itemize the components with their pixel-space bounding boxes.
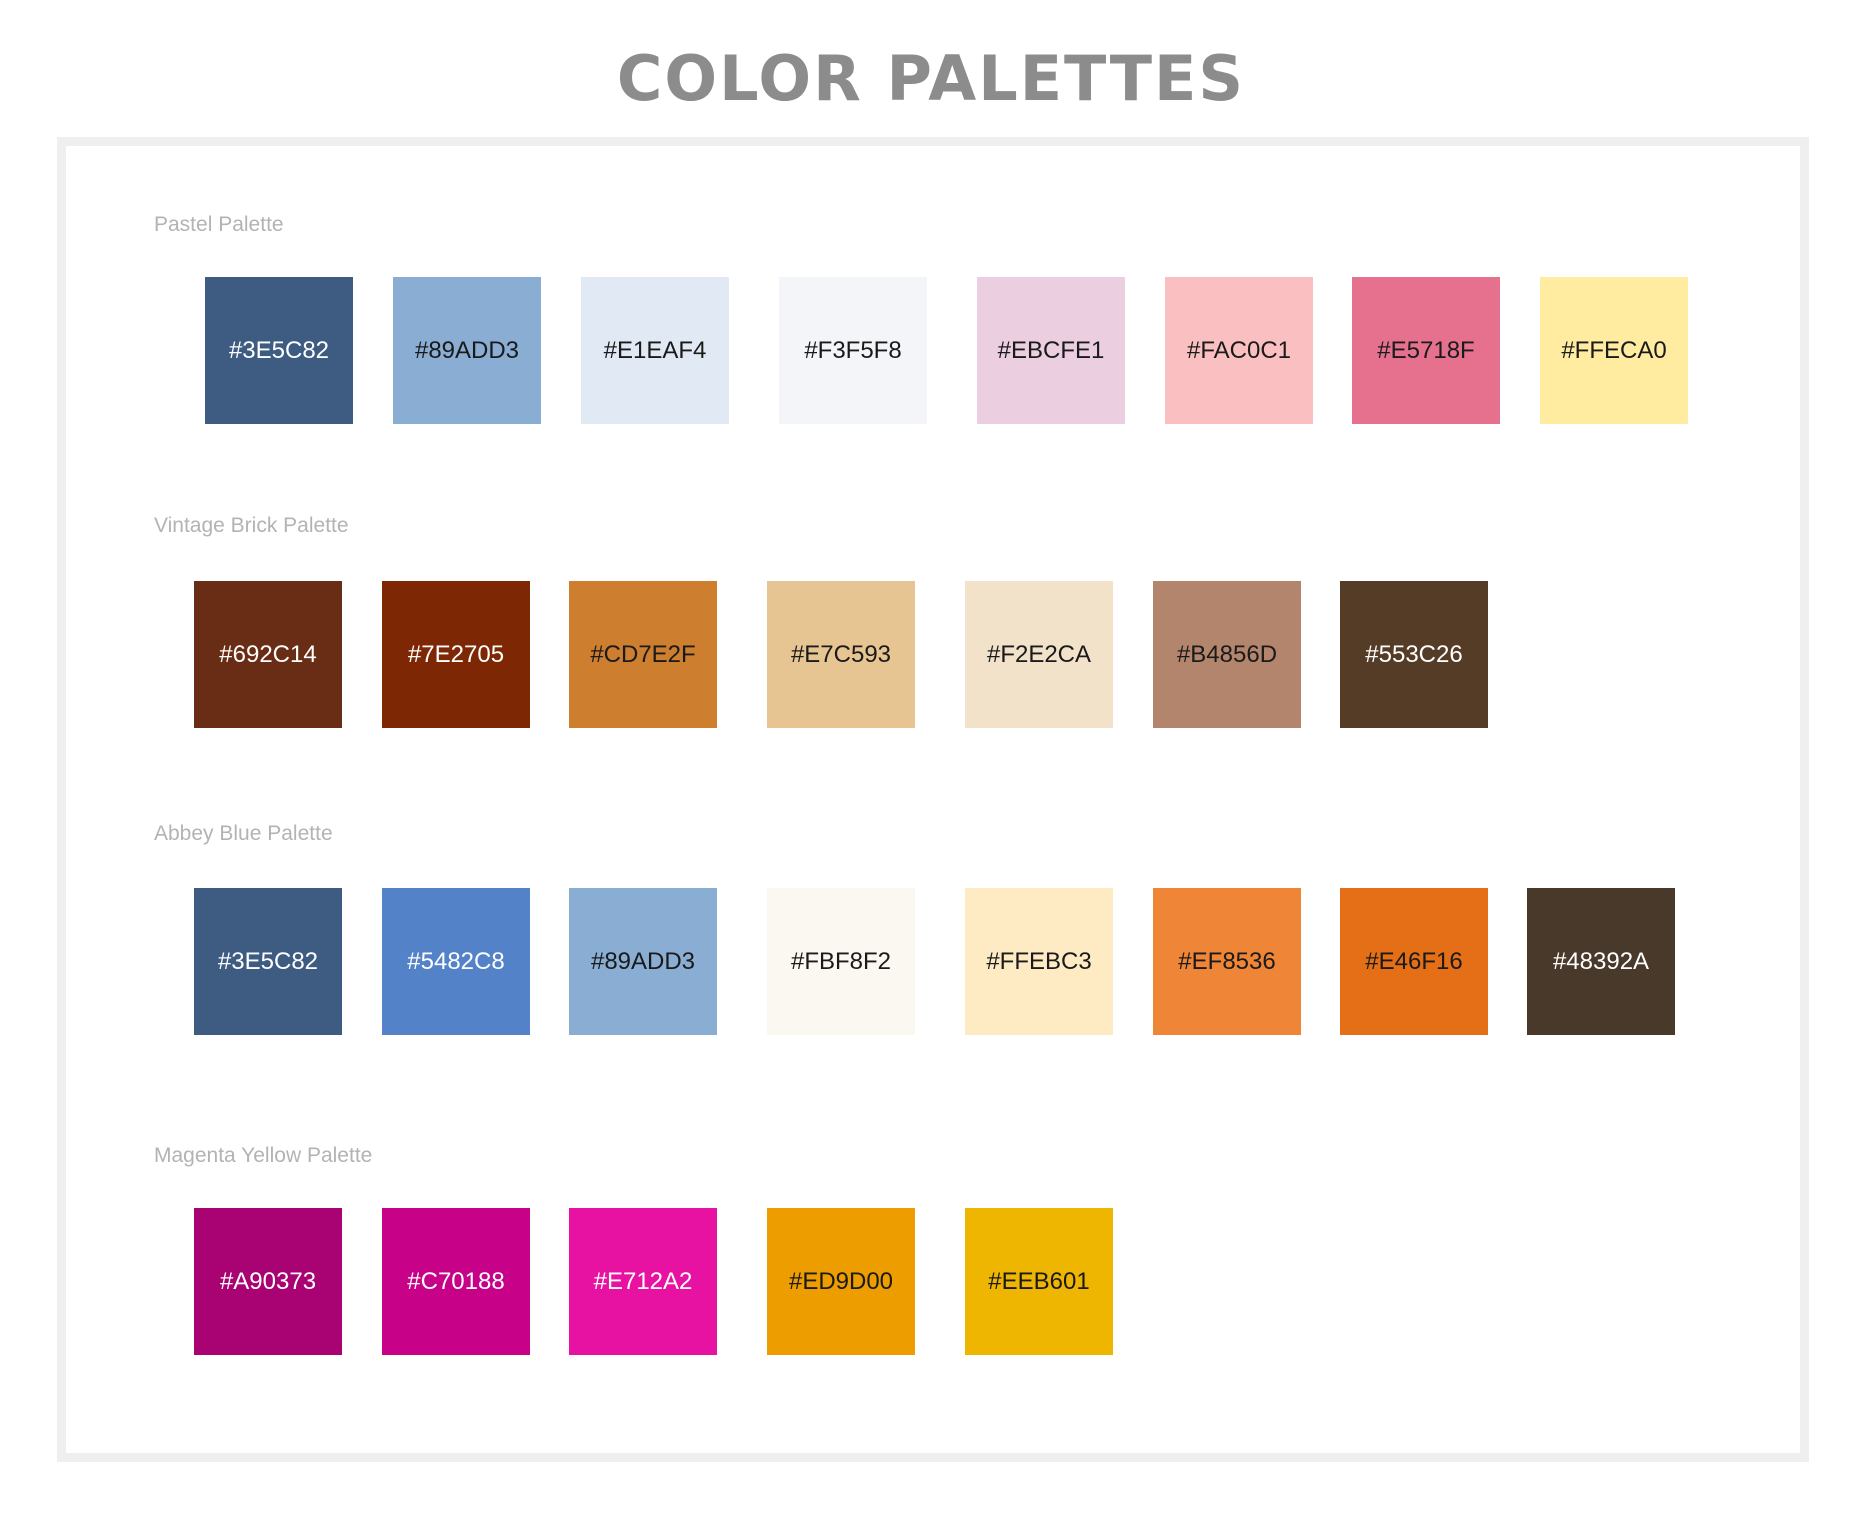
color-swatch[interactable]: #EEB601 [965,1208,1113,1355]
swatch-hex-label: #FAC0C1 [1186,336,1292,364]
color-swatch[interactable]: #E5718F [1352,277,1500,424]
swatch-hex-label: #89ADD3 [590,947,696,975]
swatch-hex-label: #7E2705 [407,640,505,668]
swatch-hex-label: #B4856D [1176,640,1278,668]
color-swatch[interactable]: #B4856D [1153,581,1301,728]
color-swatch[interactable]: #F2E2CA [965,581,1113,728]
color-swatch[interactable]: #553C26 [1340,581,1488,728]
color-swatch[interactable]: #E7C593 [767,581,915,728]
swatch-hex-label: #E712A2 [593,1267,693,1295]
color-swatch[interactable]: #EBCFE1 [977,277,1125,424]
color-swatch[interactable]: #E712A2 [569,1208,717,1355]
color-swatch[interactable]: #48392A [1527,888,1675,1035]
palette-title-pastel: Pastel Palette [154,213,284,236]
swatch-hex-label: #3E5C82 [217,947,319,975]
swatch-hex-label: #FFEBC3 [986,947,1092,975]
color-swatch[interactable]: #3E5C82 [205,277,353,424]
color-swatch[interactable]: #E1EAF4 [581,277,729,424]
swatch-hex-label: #FFECA0 [1561,336,1667,364]
swatch-hex-label: #692C14 [219,640,317,668]
swatch-hex-label: #89ADD3 [414,336,520,364]
swatch-hex-label: #C70188 [407,1267,505,1295]
palette-title-vintage-brick: Vintage Brick Palette [154,514,349,537]
swatch-hex-label: #F2E2CA [986,640,1092,668]
color-swatch[interactable]: #FBF8F2 [767,888,915,1035]
palette-title-abbey-blue: Abbey Blue Palette [154,822,333,845]
color-swatch[interactable]: #EF8536 [1153,888,1301,1035]
swatch-hex-label: #3E5C82 [228,336,330,364]
swatch-hex-label: #5482C8 [407,947,505,975]
swatch-hex-label: #48392A [1552,947,1650,975]
swatch-hex-label: #EEB601 [988,1267,1090,1295]
color-swatch[interactable]: #692C14 [194,581,342,728]
color-swatch[interactable]: #89ADD3 [569,888,717,1035]
swatch-hex-label: #EBCFE1 [997,336,1105,364]
color-swatch[interactable]: #5482C8 [382,888,530,1035]
swatch-hex-label: #ED9D00 [788,1267,894,1295]
palette-title-magenta-yellow: Magenta Yellow Palette [154,1144,373,1167]
color-swatch[interactable]: #ED9D00 [767,1208,915,1355]
swatch-hex-label: #E5718F [1377,336,1475,364]
color-swatch[interactable]: #7E2705 [382,581,530,728]
color-swatch[interactable]: #FFEBC3 [965,888,1113,1035]
swatch-hex-label: #A90373 [219,1267,317,1295]
page-title: COLOR PALETTES [616,42,1246,115]
swatch-hex-label: #E1EAF4 [603,336,707,364]
swatch-hex-label: #FBF8F2 [790,947,892,975]
color-swatch[interactable]: #89ADD3 [393,277,541,424]
palette-board: Pastel Palette #3E5C82 #89ADD3 #E1EAF4 #… [57,137,1809,1462]
swatch-hex-label: #553C26 [1365,640,1463,668]
color-swatch[interactable]: #F3F5F8 [779,277,927,424]
swatch-hex-label: #CD7E2F [590,640,696,668]
color-swatch[interactable]: #C70188 [382,1208,530,1355]
color-swatch[interactable]: #A90373 [194,1208,342,1355]
color-swatch[interactable]: #3E5C82 [194,888,342,1035]
swatch-hex-label: #E7C593 [790,640,892,668]
color-swatch[interactable]: #FAC0C1 [1165,277,1313,424]
swatch-hex-label: #E46F16 [1365,947,1463,975]
color-swatch[interactable]: #CD7E2F [569,581,717,728]
color-swatch[interactable]: #FFECA0 [1540,277,1688,424]
swatch-hex-label: #F3F5F8 [804,336,902,364]
color-swatch[interactable]: #E46F16 [1340,888,1488,1035]
swatch-hex-label: #EF8536 [1178,947,1276,975]
